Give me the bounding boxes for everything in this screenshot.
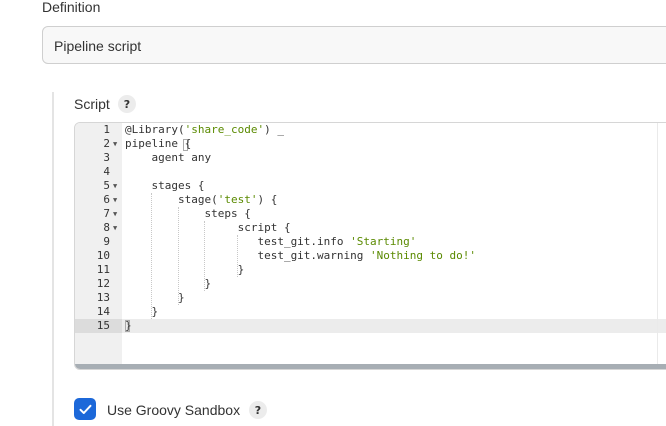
code-line[interactable]: 10 test_git.warning 'Nothing to do!' (75, 249, 666, 263)
script-label: Script (74, 96, 110, 112)
code-text: test_git.info 'Starting' (125, 235, 416, 249)
line-number: 1 (103, 123, 110, 136)
fold-toggle-icon[interactable]: ▼ (113, 179, 117, 193)
code-line[interactable]: 11 } (75, 263, 666, 277)
string-literal: 'test' (217, 193, 258, 206)
code-token: steps { (125, 207, 251, 220)
code-text: agent any (125, 151, 211, 165)
code-token: agent any (125, 151, 212, 164)
code-token: test_git.info (125, 235, 351, 248)
code-token: pipeline { (125, 137, 192, 150)
fold-toggle-icon[interactable]: ▼ (113, 221, 117, 235)
fold-toggle-icon[interactable]: ▼ (113, 207, 117, 221)
code-line[interactable]: 3 agent any (75, 151, 666, 165)
script-editor[interactable]: 1 @Library('share_code') _ 2 ▼ pipeline {3 a… (74, 122, 666, 370)
code-token: ) _ (264, 123, 284, 136)
line-number: 4 (103, 165, 110, 178)
code-text: } (125, 277, 211, 291)
code-text: stage('test') { (125, 193, 277, 207)
code-token: } (125, 291, 185, 304)
code-token: stage( (125, 193, 218, 206)
code-token: stages { (125, 179, 205, 192)
groovy-sandbox-label: Use Groovy Sandbox (107, 402, 241, 418)
code-text: script { (125, 221, 291, 235)
code-line[interactable]: 13 } (75, 291, 666, 305)
line-number: 13 (96, 291, 110, 304)
string-literal: 'Nothing to do!' (370, 249, 477, 262)
code-token: test_git.warning (125, 249, 371, 262)
code-token: @Library( (125, 123, 185, 136)
string-literal: 'share_code' (184, 123, 265, 136)
fold-toggle-icon[interactable]: ▼ (113, 193, 117, 207)
code-token: } (125, 263, 245, 276)
line-number: 7 (103, 207, 110, 220)
groovy-sandbox-checkbox[interactable] (74, 398, 96, 420)
code-text: } (125, 319, 132, 333)
code-token: } (125, 305, 159, 318)
code-line[interactable]: 9 test_git.info 'Starting' (75, 235, 666, 249)
code-text: test_git.warning 'Nothing to do!' (125, 249, 476, 263)
code-text: } (125, 291, 185, 305)
script-help-icon[interactable]: ? (118, 95, 136, 113)
line-number: 15 (96, 319, 110, 332)
code-line[interactable]: 15} (75, 319, 666, 333)
line-number: 3 (103, 151, 110, 164)
code-text: @Library('share_code') _ (125, 123, 284, 137)
fold-toggle-icon[interactable]: ▼ (113, 137, 117, 151)
line-number: 11 (96, 263, 110, 276)
string-literal: 'Starting' (350, 235, 417, 248)
line-number: 12 (96, 277, 110, 290)
code-token: } (125, 319, 132, 332)
code-line[interactable]: 12 } (75, 277, 666, 291)
line-number: 10 (96, 249, 110, 262)
code-line[interactable]: 5 ▼ stages { (75, 179, 666, 193)
definition-label: Definition (42, 0, 101, 15)
code-line[interactable]: 6 ▼ stage('test') { (75, 193, 666, 207)
code-token: } (125, 277, 212, 290)
line-number: 6 (103, 193, 110, 206)
checkmark-icon (79, 404, 91, 414)
code-text: } (125, 305, 158, 319)
code-line[interactable]: 7 ▼ steps { (75, 207, 666, 221)
sandbox-help-icon[interactable]: ? (249, 401, 267, 419)
line-number: 9 (103, 235, 110, 248)
definition-select[interactable]: Pipeline script (42, 26, 666, 64)
line-number: 2 (103, 137, 110, 150)
code-line[interactable]: 2 ▼ pipeline { (75, 137, 666, 151)
section-indent-bar (52, 92, 54, 426)
editor-horizontal-scrollbar[interactable] (75, 364, 666, 369)
code-token: ) { (257, 193, 278, 206)
code-line[interactable]: 4 (75, 165, 666, 179)
code-line[interactable]: 14 } (75, 305, 666, 319)
code-text: pipeline { (125, 137, 191, 151)
code-token: script { (125, 221, 291, 234)
code-line[interactable]: 8 ▼ script { (75, 221, 666, 235)
code-text: } (125, 263, 245, 277)
line-number: 8 (103, 221, 110, 234)
code-line[interactable]: 1 @Library('share_code') _ (75, 123, 666, 137)
code-text: stages { (125, 179, 204, 193)
definition-select-value: Pipeline script (54, 38, 142, 54)
line-number: 14 (96, 305, 110, 318)
code-text: steps { (125, 207, 251, 221)
line-number: 5 (103, 179, 110, 192)
